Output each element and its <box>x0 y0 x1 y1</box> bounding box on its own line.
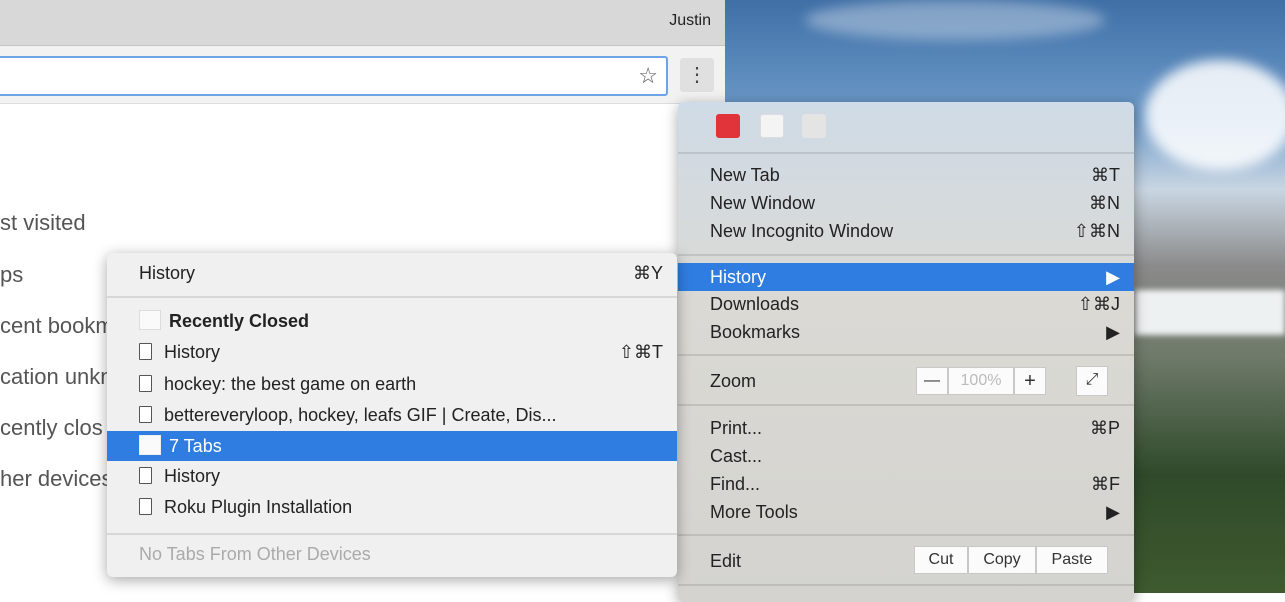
extension-add-icon[interactable] <box>760 114 784 138</box>
menu-item-zoom: Zoom <box>678 367 1134 395</box>
recent-item[interactable]: History <box>107 461 677 491</box>
menu-item-print[interactable]: Print... ⌘P <box>678 414 1134 442</box>
ntp-item[interactable]: her devices <box>0 466 113 492</box>
label: History <box>710 267 767 287</box>
ntp-item[interactable]: cation unkn <box>0 364 113 390</box>
label: bettereveryloop, hockey, leafs GIF | Cre… <box>164 405 557 425</box>
submenu-arrow-icon: ▶ <box>1106 502 1120 522</box>
fullscreen-icon[interactable]: ⤢ <box>1076 366 1108 396</box>
label: New Incognito Window <box>710 221 894 241</box>
menu-item-new-tab[interactable]: New Tab ⌘T <box>678 161 1134 189</box>
recent-item[interactable]: History ⇧⌘T <box>107 337 677 367</box>
page-icon <box>139 498 152 515</box>
folder-icon <box>139 310 161 330</box>
bookmark-star-icon[interactable]: ☆ <box>638 63 658 89</box>
menu-item-new-incognito[interactable]: New Incognito Window ⇧⌘N <box>678 217 1134 245</box>
copy-button[interactable]: Copy <box>968 546 1036 574</box>
extension-chat-icon[interactable] <box>802 114 826 138</box>
label: Bookmarks <box>710 322 801 342</box>
menu-item-new-window[interactable]: New Window ⌘N <box>678 189 1134 217</box>
page-icon <box>139 406 152 423</box>
label: 7 Tabs <box>169 436 222 456</box>
shortcut: ⌘Y <box>632 263 663 283</box>
address-bar[interactable]: ☆ <box>0 56 668 96</box>
profile-button[interactable]: Justin <box>669 12 711 30</box>
label: Cast... <box>710 446 763 466</box>
label: More Tools <box>710 502 798 522</box>
label: hockey: the best game on earth <box>164 374 417 394</box>
label: Downloads <box>710 294 800 314</box>
menu-item-downloads[interactable]: Downloads ⇧⌘J <box>678 290 1134 318</box>
recent-item-selected[interactable]: 7 Tabs <box>107 431 677 461</box>
submenu-arrow-icon: ▶ <box>1106 267 1120 287</box>
label: New Window <box>710 193 816 213</box>
paste-button[interactable]: Paste <box>1036 546 1108 574</box>
history-menu-item-history[interactable]: History ⌘Y <box>107 258 677 288</box>
label: History <box>139 263 196 283</box>
ntp-item[interactable]: cent bookm <box>0 313 114 339</box>
recent-item[interactable]: Roku Plugin Installation <box>107 492 677 522</box>
zoom-in-button[interactable]: + <box>1014 367 1046 395</box>
label: Zoom <box>710 371 757 391</box>
shortcut: ⌘P <box>1089 418 1120 438</box>
no-tabs-other-devices: No Tabs From Other Devices <box>139 544 371 564</box>
menu-item-bookmarks[interactable]: Bookmarks ▶ <box>678 318 1134 346</box>
recent-item[interactable]: bettereveryloop, hockey, leafs GIF | Cre… <box>107 400 677 430</box>
cut-button[interactable]: Cut <box>914 546 968 574</box>
label: Roku Plugin Installation <box>164 497 353 517</box>
chrome-main-menu: New Tab ⌘T New Window ⌘N New Incognito Win… <box>678 102 1134 602</box>
shortcut: ⌘T <box>1091 165 1120 185</box>
label: Recently Closed <box>169 311 310 331</box>
menu-item-history[interactable]: History ▶ <box>678 263 1134 291</box>
recent-item[interactable]: hockey: the best game on earth <box>107 369 677 399</box>
menu-item-more-tools[interactable]: More Tools ▶ <box>678 498 1134 526</box>
title-bar: Justin <box>0 0 725 46</box>
toolbar: ☆ ⋮ <box>0 46 725 104</box>
ntp-item[interactable]: ps <box>0 262 23 288</box>
history-submenu: History ⌘Y Recently Closed History ⇧⌘T hoc… <box>107 253 677 577</box>
page-icon <box>139 375 152 392</box>
shortcut: ⇧⌘N <box>1073 221 1120 241</box>
label: New Tab <box>710 165 780 185</box>
label: Find... <box>710 474 761 494</box>
menu-item-cast[interactable]: Cast... <box>678 442 1134 470</box>
page-icon <box>139 467 152 484</box>
ntp-item[interactable]: cently clos <box>0 415 103 441</box>
shortcut: ⇧⌘J <box>1077 294 1120 314</box>
shortcut: ⌘F <box>1091 474 1120 494</box>
shortcut: ⌘N <box>1089 193 1120 213</box>
label: Print... <box>710 418 763 438</box>
zoom-out-button[interactable]: — <box>916 367 948 395</box>
more-vert-icon: ⋮ <box>687 64 707 86</box>
folder-icon <box>139 435 161 455</box>
shortcut: ⇧⌘T <box>618 342 663 362</box>
label: Edit <box>710 551 742 571</box>
page-icon <box>139 343 152 360</box>
menu-button[interactable]: ⋮ <box>680 58 714 92</box>
label: History <box>164 466 221 486</box>
menu-item-find[interactable]: Find... ⌘F <box>678 470 1134 498</box>
label: History <box>164 342 221 362</box>
lastpass-extension-icon[interactable] <box>716 114 740 138</box>
submenu-arrow-icon: ▶ <box>1106 322 1120 342</box>
zoom-level: 100% <box>948 367 1014 395</box>
ntp-item[interactable]: st visited <box>0 210 86 236</box>
recently-closed-header: Recently Closed <box>107 306 677 336</box>
